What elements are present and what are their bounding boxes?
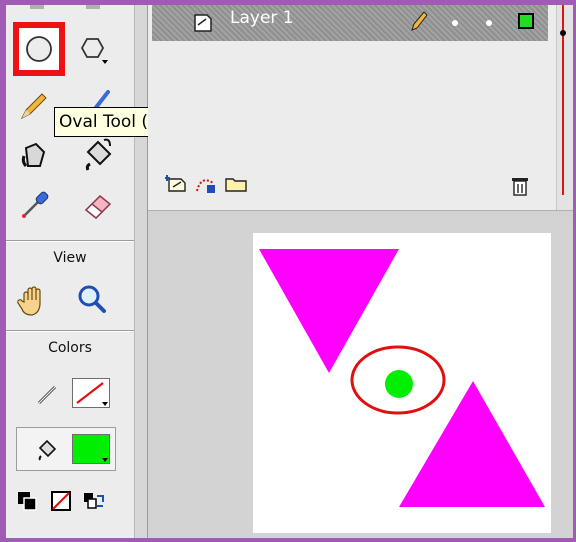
colors-section-label: Colors <box>48 340 92 356</box>
layer-name[interactable]: Layer 1 <box>230 8 294 28</box>
ink-bottle-icon <box>21 142 46 168</box>
no-color-icon <box>51 491 71 511</box>
timeline-stage-divider[interactable] <box>148 210 576 218</box>
layer-row[interactable] <box>152 5 548 41</box>
oval-tool-button[interactable] <box>13 22 65 76</box>
window-border-top <box>0 0 576 5</box>
tools-separator <box>6 240 134 242</box>
stage[interactable] <box>253 233 551 533</box>
layers-list-area <box>152 41 548 165</box>
add-motion-guide-icon[interactable] <box>193 173 219 195</box>
edit-pencil-icon <box>411 11 428 31</box>
eraser-icon <box>84 194 112 220</box>
magnifier-icon <box>78 285 106 313</box>
eyedropper-icon <box>22 191 49 218</box>
visibility-dot[interactable] <box>452 20 458 26</box>
magenta-triangle-down[interactable] <box>259 249 399 373</box>
stroke-pencil-icon <box>34 380 62 412</box>
magenta-triangle-up[interactable] <box>399 381 545 507</box>
eyedropper-tool-button[interactable] <box>14 184 54 224</box>
cropped-tool-icons <box>30 5 120 11</box>
tools-separator <box>6 330 134 332</box>
pencil-icon <box>20 93 47 120</box>
oval-icon <box>26 36 52 62</box>
no-color-button[interactable] <box>48 488 74 514</box>
paint-bucket-icon <box>85 138 112 171</box>
polygon-icon <box>80 38 108 64</box>
black-white-icon <box>18 492 37 511</box>
paint-bucket-tool-button[interactable] <box>78 134 118 174</box>
view-section-label: View <box>53 250 87 266</box>
ink-bottle-tool-button[interactable] <box>14 134 54 174</box>
zoom-tool-button[interactable] <box>72 280 112 320</box>
fill-color-swatch[interactable] <box>72 434 110 464</box>
black-white-button[interactable] <box>14 488 40 514</box>
frames-area[interactable] <box>556 5 573 215</box>
flash-window: View Colors Oval Tool (O) Layer 1 <box>0 0 576 542</box>
green-dot[interactable] <box>385 370 413 398</box>
insert-folder-icon[interactable] <box>222 173 250 195</box>
fill-bucket-icon <box>34 436 60 466</box>
delete-layer-trash-icon[interactable] <box>509 175 531 197</box>
window-border-bottom <box>0 538 576 542</box>
window-border-left <box>0 0 6 542</box>
pencil-tool-button[interactable] <box>14 86 54 126</box>
chevron-down-icon <box>102 402 108 406</box>
hand-tool-button[interactable] <box>14 280 54 320</box>
hand-icon <box>17 286 41 316</box>
layer-page-icon <box>194 14 212 32</box>
chevron-down-icon <box>102 458 108 462</box>
tools-panel-splitter[interactable] <box>134 5 148 538</box>
stroke-color-swatch[interactable] <box>72 378 110 408</box>
swap-colors-button[interactable] <box>80 488 108 514</box>
insert-layer-icon[interactable] <box>165 173 191 195</box>
lock-dot[interactable] <box>486 20 492 26</box>
playhead-marker[interactable] <box>560 30 566 36</box>
polystar-tool-button[interactable] <box>72 28 112 68</box>
eraser-tool-button[interactable] <box>78 184 118 224</box>
outline-color-square[interactable] <box>518 13 534 29</box>
swap-colors-icon <box>84 493 104 509</box>
